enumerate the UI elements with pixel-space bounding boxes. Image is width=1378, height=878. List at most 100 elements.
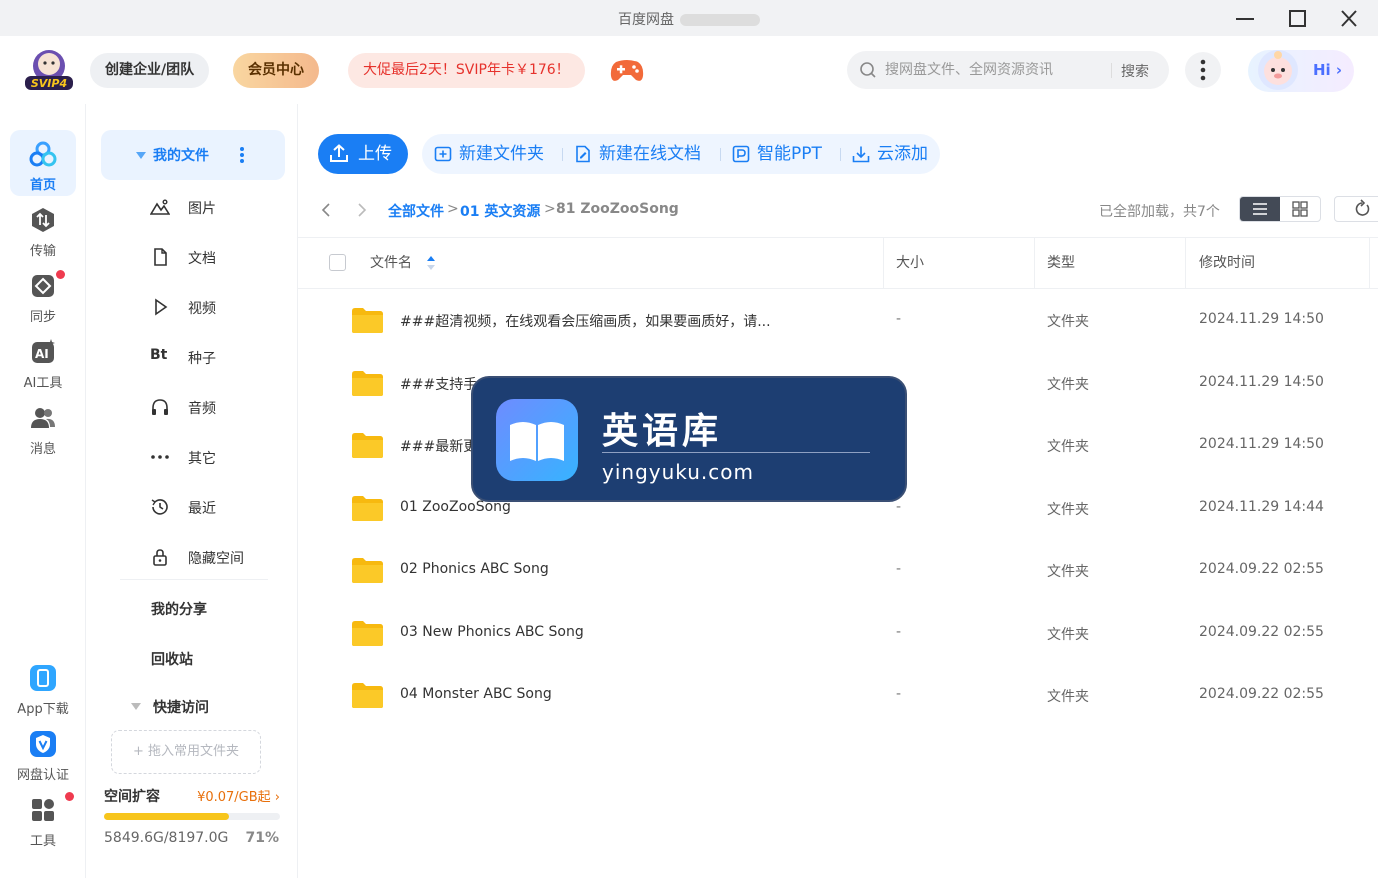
window-title: 百度网盘	[0, 9, 1378, 29]
vip-center-button[interactable]: 会员中心	[233, 53, 319, 88]
toolbar-actions: 新建文件夹 新建在线文档 智能PPT 云添加	[422, 134, 940, 174]
column-divider	[1034, 238, 1035, 288]
refresh-button[interactable]	[1334, 196, 1378, 222]
file-type: 文件夹	[1047, 376, 1089, 393]
sidebar-item-videos[interactable]: 视频	[146, 292, 286, 322]
storage-quota-bar	[104, 813, 280, 820]
nav-messages-label: 消息	[29, 442, 56, 457]
table-row[interactable]: 04 Monster ABC Song - 文件夹 2024.09.22 02:55	[298, 665, 1378, 727]
minimize-button[interactable]	[1230, 6, 1260, 32]
file-modified: 2024.11.29 14:50	[1199, 436, 1324, 452]
breadcrumb: 全部文件 > 01 英文资源 > 81 ZooZooSong 已全部加载，共7个	[318, 196, 1378, 223]
svip-avatar[interactable]: SVIP4	[22, 48, 76, 92]
left-nav: 首页 传输 同步 AI AI工具 消息 App下载 网盘认证 工具	[0, 104, 86, 878]
play-icon	[155, 298, 168, 316]
nav-ai-tools[interactable]: AI AI工具	[10, 328, 76, 394]
sidebar-item-recycle-bin[interactable]: 回收站	[151, 649, 193, 669]
column-modified-header[interactable]: 修改时间	[1199, 238, 1255, 288]
sidebar-item-label: 最近	[188, 501, 216, 517]
folder-icon	[352, 370, 383, 396]
file-name[interactable]: ###最新更	[400, 436, 477, 456]
nav-sync[interactable]: 同步	[10, 262, 76, 328]
file-modified: 2024.11.29 14:44	[1199, 498, 1324, 515]
column-size-header[interactable]: 大小	[896, 238, 924, 288]
nav-verification[interactable]: 网盘认证	[10, 720, 76, 786]
sidebar-item-images[interactable]: 图片	[146, 192, 286, 222]
list-view-button[interactable]	[1240, 197, 1280, 221]
close-icon	[1341, 10, 1357, 27]
select-all-checkbox[interactable]	[329, 254, 346, 271]
table-row[interactable]: 03 New Phonics ABC Song - 文件夹 2024.09.22 02…	[298, 603, 1378, 665]
nav-home-label: 首页	[29, 178, 56, 193]
book-icon	[510, 422, 564, 461]
column-divider	[1185, 238, 1186, 288]
file-name[interactable]: 04 Monster ABC Song	[400, 686, 552, 702]
column-type-header[interactable]: 类型	[1047, 238, 1075, 288]
storage-expand-price[interactable]: ¥0.07/GB起 ›	[197, 786, 280, 805]
promo-banner[interactable]: 大促最后2天！SVIP年卡￥176！	[348, 53, 585, 88]
my-files-label: 我的文件	[153, 148, 209, 164]
sidebar-item-label: 种子	[188, 351, 216, 367]
grid-view-button[interactable]	[1280, 197, 1320, 221]
grid-view-icon	[1292, 201, 1308, 217]
sidebar-item-recent[interactable]: 最近	[146, 492, 286, 522]
torrent-bt-icon: Bt	[150, 347, 168, 363]
file-size: -	[896, 623, 902, 640]
sidebar-item-hidden-space[interactable]: 隐藏空间	[146, 542, 286, 572]
sidebar-item-documents[interactable]: 文档	[146, 242, 286, 272]
my-files-item[interactable]: 我的文件	[101, 130, 285, 180]
table-row[interactable]: ###超清视频，在线观看会压缩画质，如果要画质好，请... - 文件夹 2024.11…	[298, 290, 1378, 352]
home-cloud-icon	[29, 141, 57, 167]
online-doc-icon	[576, 145, 590, 163]
nav-ai-tools-label: AI工具	[23, 376, 63, 391]
breadcrumb-separator: >	[544, 201, 556, 217]
upload-icon	[330, 144, 348, 162]
download-icon	[852, 146, 870, 163]
breadcrumb-folder-english[interactable]: 01 英文资源	[460, 201, 540, 221]
upload-button[interactable]: 上传	[318, 134, 408, 174]
nav-home[interactable]: 首页	[10, 130, 76, 196]
folder-icon	[352, 620, 383, 646]
minimize-icon	[1236, 18, 1254, 20]
sidebar-item-other[interactable]: 其它	[146, 442, 286, 472]
sidebar-item-audio[interactable]: 音频	[146, 392, 286, 422]
sort-icon[interactable]	[426, 255, 436, 271]
nav-transfer[interactable]: 传输	[10, 196, 76, 262]
watermark-divider	[602, 452, 870, 453]
file-type: 文件夹	[1047, 626, 1089, 643]
file-name[interactable]: 02 Phonics ABC Song	[400, 561, 549, 577]
create-team-button[interactable]: 创建企业/团队	[90, 53, 210, 88]
tools-notification-dot	[65, 792, 74, 801]
transfer-icon	[32, 208, 54, 232]
new-folder-icon	[434, 146, 452, 162]
maximize-button[interactable]	[1282, 6, 1312, 32]
forward-arrow-icon[interactable]	[354, 202, 370, 218]
sidebar-item-my-share[interactable]: 我的分享	[151, 599, 207, 619]
gamepad-icon[interactable]	[610, 58, 644, 84]
my-files-more-icon[interactable]	[239, 146, 245, 164]
quick-access-dropzone[interactable]: + 拖入常用文件夹	[111, 730, 261, 774]
search-button[interactable]: 搜索	[1121, 61, 1149, 81]
search-input[interactable]	[885, 60, 1105, 80]
folder-icon	[352, 683, 383, 708]
nav-app-download[interactable]: App下载	[10, 654, 76, 720]
toolbar-separator	[562, 148, 563, 161]
headphones-icon	[152, 399, 168, 415]
assistant-hi-button[interactable]: Hi ›	[1248, 50, 1354, 92]
file-name[interactable]: ###支持手	[400, 374, 477, 394]
load-status: 已全部加载，共7个	[1099, 204, 1220, 220]
more-menu-button[interactable]	[1185, 52, 1221, 88]
nav-verification-label: 网盘认证	[16, 768, 69, 783]
maximize-icon	[1289, 10, 1306, 27]
sidebar-item-torrents[interactable]: Bt 种子	[146, 342, 286, 372]
back-arrow-icon[interactable]	[318, 202, 334, 218]
breadcrumb-all-files[interactable]: 全部文件	[388, 201, 444, 221]
file-name[interactable]: 03 New Phonics ABC Song	[400, 624, 584, 640]
table-row[interactable]: 02 Phonics ABC Song - 文件夹 2024.09.22 02:55	[298, 540, 1378, 602]
nav-sync-label: 同步	[29, 310, 56, 325]
toolbar-separator	[720, 148, 721, 161]
file-name[interactable]: ###超清视频，在线观看会压缩画质，如果要画质好，请...	[400, 311, 771, 331]
nav-messages[interactable]: 消息	[10, 394, 76, 460]
column-name-header[interactable]: 文件名	[370, 238, 412, 288]
close-button[interactable]	[1334, 6, 1364, 32]
